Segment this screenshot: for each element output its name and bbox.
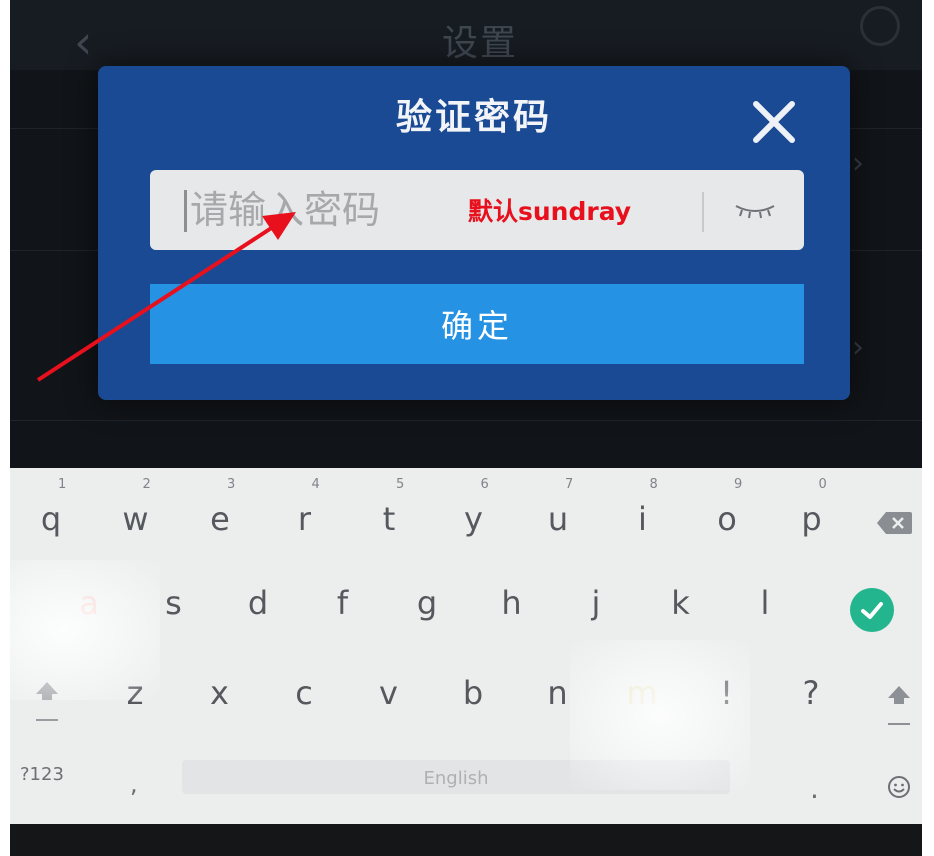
bottom-bezel bbox=[10, 824, 922, 856]
period-key[interactable]: . bbox=[810, 772, 819, 805]
key-n[interactable]: n bbox=[523, 658, 593, 728]
key-number-hint: 3 bbox=[227, 477, 236, 492]
field-divider bbox=[702, 192, 704, 232]
eye-closed-icon[interactable] bbox=[730, 196, 780, 226]
key-label: e bbox=[210, 500, 230, 538]
key-b[interactable]: b bbox=[438, 658, 508, 728]
key-a[interactable]: a bbox=[54, 568, 124, 638]
password-field: 默认sundray bbox=[150, 170, 804, 250]
key-l[interactable]: l bbox=[730, 568, 800, 638]
verify-password-dialog: 验证密码 默认sundray 确定 bbox=[98, 66, 850, 400]
key-label: f bbox=[336, 584, 349, 622]
key-label: y bbox=[464, 500, 483, 538]
key-z[interactable]: z bbox=[100, 658, 170, 728]
key-label: q bbox=[40, 500, 62, 538]
key-label: r bbox=[297, 500, 312, 538]
numbers-key[interactable]: ?123 bbox=[20, 764, 64, 785]
key-label: l bbox=[760, 584, 770, 622]
key-number-hint: 4 bbox=[311, 477, 320, 492]
key-j[interactable]: j bbox=[561, 568, 631, 638]
page-title: 设置 bbox=[441, 23, 518, 64]
key-e[interactable]: e3 bbox=[185, 478, 255, 554]
key-label: p bbox=[801, 500, 822, 538]
key-r[interactable]: r4 bbox=[270, 478, 340, 554]
dialog-title: 验证密码 bbox=[395, 97, 552, 138]
key-label: b bbox=[462, 674, 484, 712]
close-icon[interactable] bbox=[746, 94, 802, 150]
key-c[interactable]: c bbox=[269, 658, 339, 728]
key-label: t bbox=[382, 500, 396, 538]
key-label: c bbox=[295, 674, 313, 712]
back-icon[interactable]: ‹ bbox=[74, 19, 114, 65]
key-k[interactable]: k bbox=[646, 568, 716, 638]
key-w[interactable]: w2 bbox=[101, 478, 171, 554]
key-number-hint: 0 bbox=[818, 477, 827, 492]
key-label: w bbox=[122, 500, 149, 538]
confirm-button[interactable]: 确定 bbox=[150, 284, 804, 364]
shift-left-icon[interactable] bbox=[32, 678, 62, 724]
annotation-text: 默认sundray bbox=[468, 197, 632, 226]
key-label: s bbox=[165, 584, 182, 622]
key-q[interactable]: q1 bbox=[16, 478, 86, 554]
key-u[interactable]: u7 bbox=[523, 478, 593, 554]
enter-key[interactable] bbox=[850, 588, 894, 632]
key-number-hint: 8 bbox=[649, 477, 658, 492]
key-number-hint: 6 bbox=[480, 477, 489, 492]
device-screen: ‹ 设置 › › 验证密码 默认sundray 确定 q1w2e 3 r 4 t… bbox=[10, 0, 922, 856]
key-p[interactable]: p0 bbox=[777, 478, 847, 554]
key-y[interactable]: y6 bbox=[439, 478, 509, 554]
key-label: o bbox=[717, 500, 737, 538]
key-h[interactable]: h bbox=[477, 568, 547, 638]
key-label: h bbox=[501, 584, 522, 622]
shift-right-icon[interactable] bbox=[884, 682, 914, 728]
key-x[interactable]: x bbox=[185, 658, 255, 728]
comma-key[interactable]: , bbox=[130, 770, 138, 798]
key-g[interactable]: g bbox=[392, 568, 462, 638]
key-number-hint: 7 bbox=[565, 477, 574, 492]
divider bbox=[10, 420, 922, 421]
key-label: ? bbox=[802, 674, 820, 712]
key-question[interactable]: ? bbox=[776, 658, 846, 728]
key-label: z bbox=[126, 674, 144, 712]
key-label: u bbox=[547, 500, 569, 538]
key-label: k bbox=[671, 584, 690, 622]
key-number-hint: 5 bbox=[396, 477, 405, 492]
key-label: d bbox=[247, 584, 269, 622]
emoji-icon[interactable] bbox=[886, 774, 912, 800]
key-exclamation[interactable]: ! bbox=[692, 658, 762, 728]
key-label: n bbox=[547, 674, 568, 712]
backspace-icon[interactable] bbox=[876, 510, 914, 536]
key-v[interactable]: v bbox=[354, 658, 424, 728]
key-label: j bbox=[591, 584, 601, 622]
key-number-hint: 9 bbox=[734, 477, 743, 492]
key-label: v bbox=[379, 674, 398, 712]
key-label: g bbox=[416, 584, 438, 622]
key-label: i bbox=[638, 500, 647, 538]
key-s[interactable]: s bbox=[139, 568, 209, 638]
key-number-hint: 1 bbox=[58, 477, 67, 492]
key-f[interactable]: f bbox=[308, 568, 378, 638]
text-caret bbox=[184, 190, 187, 232]
key-m[interactable]: m bbox=[607, 658, 677, 728]
key-t[interactable]: t5 bbox=[354, 478, 424, 554]
key-label: a bbox=[79, 584, 99, 622]
chevron-right-icon: › bbox=[852, 146, 864, 181]
check-icon bbox=[861, 602, 883, 619]
key-o[interactable]: o9 bbox=[692, 478, 762, 554]
key-i[interactable]: i8 bbox=[608, 478, 678, 554]
key-number-hint: 2 bbox=[142, 477, 151, 492]
space-key[interactable]: English bbox=[182, 760, 730, 794]
key-label: x bbox=[210, 674, 229, 712]
key-label: m bbox=[626, 674, 658, 712]
key-label: ! bbox=[720, 674, 733, 712]
key-d[interactable]: d bbox=[223, 568, 293, 638]
chevron-right-icon: › bbox=[852, 330, 864, 365]
circle-icon bbox=[860, 6, 900, 46]
